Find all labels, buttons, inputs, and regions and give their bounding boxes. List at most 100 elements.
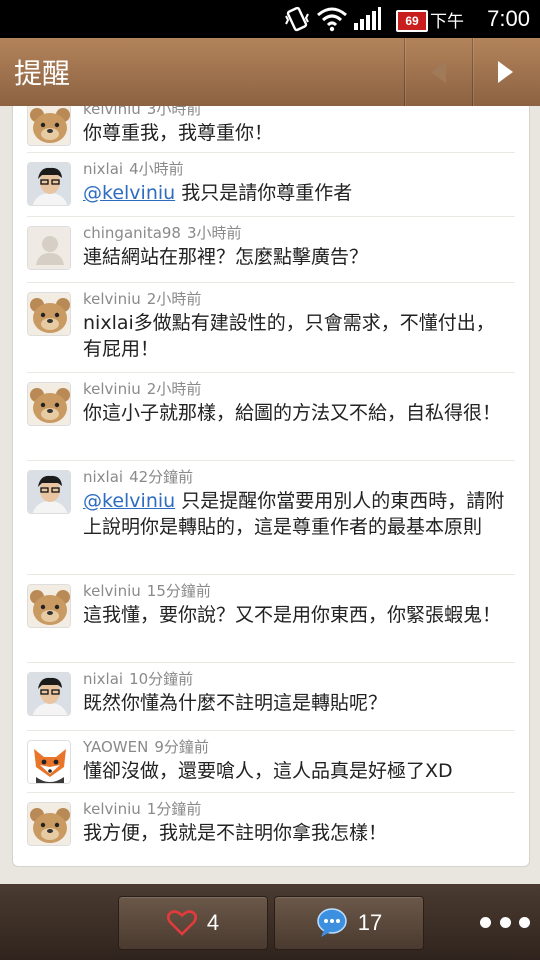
avatar[interactable]: [27, 584, 71, 628]
comment-username[interactable]: kelviniu: [83, 380, 141, 398]
avatar[interactable]: [27, 802, 71, 846]
comment-body: 你這小子就那樣，給圖的方法又不給，自私得很！: [83, 402, 502, 424]
comment-body: 這我懂，要你說？又不是用你東西，你緊張蝦鬼！: [83, 604, 502, 626]
divider: [27, 792, 515, 793]
comment-time: 42分鐘前: [129, 468, 194, 486]
comment-meta: YAOWEN 9分鐘前: [83, 736, 209, 757]
comment-meta: nixlai 4小時前: [83, 158, 184, 179]
divider: [27, 460, 515, 461]
status-bar: 69 下午 7:00: [0, 0, 540, 38]
comment-item[interactable]: YAOWEN 9分鐘前懂卻沒做，還要嗆人，這人品真是好極了XD: [13, 736, 529, 796]
comment-text: 你這小子就那樣，給圖的方法又不給，自私得很！: [83, 400, 513, 426]
avatar[interactable]: [27, 672, 71, 716]
comment-text: 這我懂，要你說？又不是用你東西，你緊張蝦鬼！: [83, 602, 513, 628]
comment-item[interactable]: nixlai 10分鐘前既然你懂為什麼不註明這是轉貼呢？: [13, 668, 529, 734]
avatar[interactable]: [27, 162, 71, 206]
comment-username[interactable]: kelviniu: [83, 582, 141, 600]
comment-item[interactable]: kelviniu 1分鐘前我方便，我就是不註明你拿我怎樣！: [13, 798, 529, 864]
comment-item[interactable]: nixlai 4小時前 @kelviniu 我只是請你尊重作者: [13, 158, 529, 220]
avatar[interactable]: [27, 470, 71, 514]
comment-time: 9分鐘前: [154, 738, 209, 756]
dot-icon: [480, 916, 491, 928]
arrow-right-icon: [498, 61, 513, 83]
comment-text: 既然你懂為什麼不註明這是轉貼呢？: [83, 690, 513, 716]
comment-count: 17: [357, 910, 383, 935]
speech-bubble-icon: [317, 908, 347, 937]
comment-body: nixlai多做點有建設性的，只會需求，不懂付出，有屁用！: [83, 312, 495, 360]
status-time: 7:00: [487, 6, 530, 31]
comment-item[interactable]: nixlai 42分鐘前 @kelviniu 只是提醒你當要用別人的東西時，請附上說明…: [13, 466, 529, 578]
comment-text: 你尊重我，我尊重你！: [83, 120, 513, 146]
avatar[interactable]: [27, 106, 71, 146]
divider: [27, 152, 515, 153]
like-button[interactable]: 4: [118, 896, 268, 950]
comment-time: 15分鐘前: [146, 582, 211, 600]
comment-username[interactable]: nixlai: [83, 160, 123, 178]
divider: [27, 730, 515, 731]
divider: [27, 282, 515, 283]
avatar[interactable]: [27, 382, 71, 426]
comment-meta: kelviniu 2小時前: [83, 378, 201, 399]
comment-meta: kelviniu 3小時前: [83, 106, 201, 119]
dot-icon: [499, 916, 511, 928]
comment-username[interactable]: YAOWEN: [83, 738, 148, 756]
mention-link[interactable]: @kelviniu: [83, 490, 175, 512]
divider: [27, 574, 515, 575]
comment-item[interactable]: kelviniu 3小時前你尊重我，我尊重你！: [13, 106, 529, 156]
arrow-left-icon: [431, 61, 446, 83]
comment-meta: nixlai 10分鐘前: [83, 668, 193, 689]
comment-time: 2小時前: [146, 290, 202, 308]
comment-item[interactable]: kelviniu 2小時前你這小子就那樣，給圖的方法又不給，自私得很！: [13, 378, 529, 464]
previous-button[interactable]: [404, 38, 471, 106]
more-options-button[interactable]: [480, 910, 530, 934]
signal-icon: [352, 0, 382, 38]
comment-body: 我方便，我就是不註明你拿我怎樣！: [83, 822, 388, 844]
comment-username[interactable]: chinganita98: [83, 224, 181, 242]
comment-time: 3小時前: [186, 224, 242, 242]
like-count: 4: [206, 910, 220, 935]
dot-icon: [519, 916, 530, 928]
status-ampm: 下午: [430, 11, 464, 32]
comment-card: kelviniu 3小時前 你尊重我，我尊重你！ nixlai 4小時前 @kelvini…: [12, 106, 530, 867]
comments-button[interactable]: 17: [274, 896, 424, 950]
comment-list[interactable]: kelviniu 3小時前 你尊重我，我尊重你！ nixlai 4小時前 @kelvini…: [0, 106, 540, 884]
divider: [27, 216, 515, 217]
comment-meta: kelviniu 15分鐘前: [83, 580, 211, 601]
avatar[interactable]: [27, 292, 71, 336]
comment-body: 懂卻沒做，還要嗆人，這人品真是好極了XD: [83, 760, 453, 782]
comment-body: 你尊重我，我尊重你！: [83, 122, 274, 144]
comment-text: nixlai多做點有建設性的，只會需求，不懂付出，有屁用！: [83, 310, 513, 362]
comment-username[interactable]: nixlai: [83, 670, 123, 688]
page-title: 提醒: [14, 57, 71, 90]
comment-item[interactable]: chinganita98 3小時前連結網站在那裡？怎麼點擊廣告？: [13, 222, 529, 286]
divider: [27, 662, 515, 663]
comment-username[interactable]: kelviniu: [83, 290, 141, 308]
comment-username[interactable]: nixlai: [83, 468, 123, 486]
battery-icon: 69: [396, 10, 428, 32]
comment-text: @kelviniu 我只是請你尊重作者: [83, 180, 513, 206]
comment-username[interactable]: kelviniu: [83, 800, 141, 818]
comment-time: 4小時前: [129, 160, 184, 178]
avatar[interactable]: [27, 226, 71, 270]
comment-body: 既然你懂為什麼不註明這是轉貼呢？: [83, 692, 388, 714]
comment-time: 2小時前: [146, 380, 202, 398]
comment-meta: chinganita98 3小時前: [83, 222, 242, 243]
mention-link[interactable]: @kelviniu: [83, 182, 175, 204]
comment-body: 連結網站在那裡？怎麼點擊廣告？: [83, 246, 369, 268]
comment-username[interactable]: kelviniu: [83, 106, 141, 118]
comment-time: 1分鐘前: [146, 800, 202, 818]
comment-time: 10分鐘前: [129, 670, 194, 688]
avatar[interactable]: [27, 740, 71, 784]
header: 提醒: [0, 38, 540, 107]
divider: [27, 372, 515, 373]
comment-time: 3小時前: [146, 106, 202, 118]
comment-item[interactable]: kelviniu 2小時前 nixlai多做點有建設性的，只會需求，不懂付出，有屁用…: [13, 288, 529, 376]
comment-text: 懂卻沒做，還要嗆人，這人品真是好極了XD: [83, 758, 513, 784]
comment-text: 我方便，我就是不註明你拿我怎樣！: [83, 820, 513, 846]
heart-icon: [166, 910, 197, 936]
comment-meta: kelviniu 2小時前: [83, 288, 201, 309]
comment-text: @kelviniu 只是提醒你當要用別人的東西時，請附上說明你是轉貼的，這是尊重作…: [83, 488, 513, 540]
comment-item[interactable]: kelviniu 15分鐘前這我懂，要你說？又不是用你東西，你緊張蝦鬼！: [13, 580, 529, 666]
comment-text: 連結網站在那裡？怎麼點擊廣告？: [83, 244, 513, 270]
next-button[interactable]: [472, 38, 539, 106]
